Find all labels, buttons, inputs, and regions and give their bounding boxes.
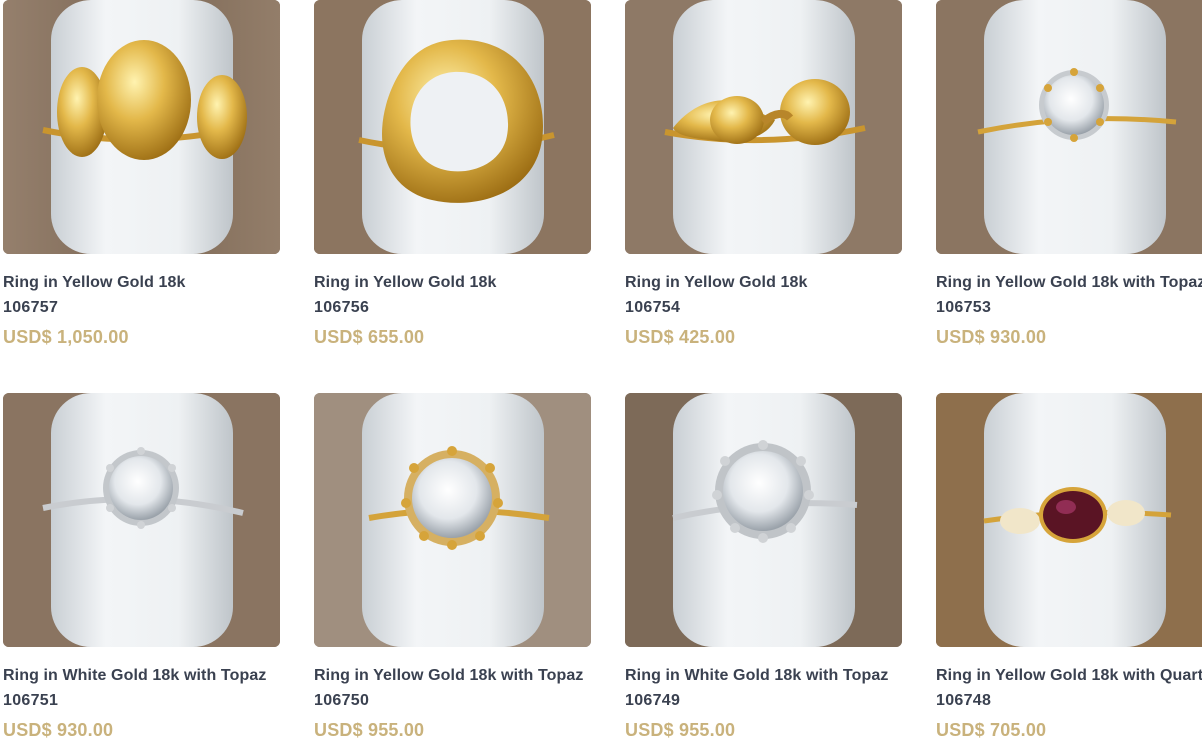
product-sku: 106750 [314,692,370,709]
product-name[interactable]: Ring in White Gold 18k with Topaz [625,666,905,686]
product-price: USD$ 425.00 [625,327,736,347]
product-sku: 106754 [625,299,681,316]
product-name[interactable]: Ring in Yellow Gold 18k [314,273,594,293]
product-sku: 106749 [625,692,681,709]
product-card[interactable]: Ring in Yellow Gold 18k 106756 USD$ 655.… [314,0,594,348]
product-name[interactable]: Ring in Yellow Gold 18k with Topaz [314,666,594,686]
product-name[interactable]: Ring in Yellow Gold 18k with Topaz [936,273,1202,293]
product-image[interactable] [936,0,1202,254]
product-photo [314,0,591,254]
product-sku: 106751 [3,692,59,709]
product-name[interactable]: Ring in Yellow Gold 18k [3,273,283,293]
product-name[interactable]: Ring in Yellow Gold 18k with Quartz [936,666,1202,686]
product-photo [3,0,280,254]
product-price: USD$ 955.00 [625,720,736,740]
product-photo [936,0,1202,254]
product-card[interactable]: Ring in White Gold 18k with Topaz 106749… [625,393,905,741]
product-card[interactable]: Ring in Yellow Gold 18k with Quartz 1067… [936,393,1202,741]
product-card[interactable]: Ring in Yellow Gold 18k with Topaz 10675… [936,0,1202,348]
product-image[interactable] [3,0,280,254]
product-image[interactable] [314,0,591,254]
product-image[interactable] [625,393,902,647]
product-image[interactable] [3,393,280,647]
product-image[interactable] [314,393,591,647]
product-photo [3,393,280,647]
product-card[interactable]: Ring in Yellow Gold 18k with Topaz 10675… [314,393,594,741]
product-price: USD$ 655.00 [314,327,425,347]
product-sku: 106757 [3,299,59,316]
product-image[interactable] [936,393,1202,647]
product-price: USD$ 930.00 [3,720,114,740]
product-sku: 106748 [936,692,992,709]
product-price: USD$ 705.00 [936,720,1047,740]
product-name[interactable]: Ring in White Gold 18k with Topaz [3,666,283,686]
product-price: USD$ 1,050.00 [3,327,129,347]
product-card[interactable]: Ring in Yellow Gold 18k 106754 USD$ 425.… [625,0,905,348]
product-photo [625,393,902,647]
product-photo [314,393,591,647]
product-price: USD$ 930.00 [936,327,1047,347]
product-image[interactable] [625,0,902,254]
product-photo [625,0,902,254]
product-name[interactable]: Ring in Yellow Gold 18k [625,273,905,293]
product-card[interactable]: Ring in White Gold 18k with Topaz 106751… [3,393,283,741]
product-grid: Ring in Yellow Gold 18k 106757 USD$ 1,05… [0,0,1202,748]
product-price: USD$ 955.00 [314,720,425,740]
product-photo [936,393,1202,647]
product-sku: 106756 [314,299,370,316]
product-card[interactable]: Ring in Yellow Gold 18k 106757 USD$ 1,05… [3,0,283,348]
product-sku: 106753 [936,299,992,316]
